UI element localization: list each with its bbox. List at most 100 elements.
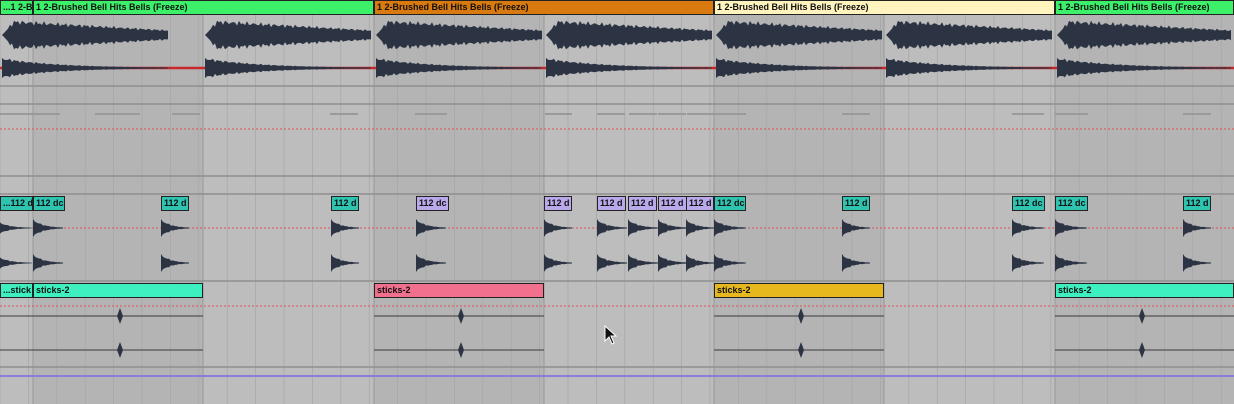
waveform xyxy=(546,57,712,79)
waveform xyxy=(686,254,714,272)
arrangement-view[interactable]: ...1 2-B 1 2-Brushed Bell Hits Bells (Fre… xyxy=(0,0,1234,404)
clip-label: sticks-2 xyxy=(377,285,411,295)
waveform-spike xyxy=(1139,342,1145,358)
clip-label: 112 d xyxy=(689,198,712,208)
waveform xyxy=(1055,254,1087,272)
waveform xyxy=(658,219,688,237)
audio-clip-sticks[interactable]: sticks-2 xyxy=(374,283,544,298)
audio-clip-hits[interactable]: 112 d xyxy=(544,196,572,211)
waveform xyxy=(1057,20,1231,50)
waveform xyxy=(1012,254,1044,272)
waveform xyxy=(886,20,1052,50)
clip-label: sticks-2 xyxy=(1058,285,1092,295)
audio-clip-hits[interactable]: 112 d xyxy=(1183,196,1211,211)
waveform-spike xyxy=(798,342,804,358)
clip-label: 112 d xyxy=(334,198,357,208)
audio-clip-sticks[interactable]: ...stick xyxy=(0,283,33,298)
waveform xyxy=(716,20,882,50)
audio-clip-bells[interactable]: ...1 2-B xyxy=(0,0,33,15)
waveform xyxy=(161,219,189,237)
waveform xyxy=(628,254,658,272)
waveform-spike xyxy=(798,308,804,324)
waveform xyxy=(0,222,32,234)
waveform xyxy=(33,254,63,272)
waveform xyxy=(331,254,359,272)
waveform-spike xyxy=(458,342,464,358)
clip-label: 112 d xyxy=(164,198,187,208)
waveform xyxy=(628,219,658,237)
audio-clip-bells[interactable]: 1 2-Brushed Bell Hits Bells (Freeze) xyxy=(1055,0,1234,15)
audio-clip-sticks[interactable]: sticks-2 xyxy=(33,283,203,298)
clip-label: 112 dc xyxy=(419,198,447,208)
audio-clip-bells[interactable]: 1 2-Brushed Bell Hits Bells (Freeze) xyxy=(714,0,1055,15)
waveform-spike xyxy=(458,308,464,324)
clip-label: ...stick xyxy=(3,285,32,295)
waveform xyxy=(416,254,446,272)
clip-label: ...112 d xyxy=(3,198,32,208)
clip-label: sticks-2 xyxy=(717,285,751,295)
clip-label: 112 d xyxy=(600,198,623,208)
waveform xyxy=(33,219,63,237)
waveform xyxy=(205,57,371,79)
audio-clip-hits[interactable]: 112 dc xyxy=(33,196,65,211)
clip-label: 112 d xyxy=(661,198,684,208)
waveform xyxy=(416,219,446,237)
audio-clip-hits[interactable]: 112 dc xyxy=(1012,196,1045,211)
audio-clip-sticks[interactable]: sticks-2 xyxy=(714,283,884,298)
clip-label: 112 d xyxy=(547,198,570,208)
clip-label: 112 d xyxy=(631,198,654,208)
waveform xyxy=(376,57,542,79)
waveform xyxy=(1183,219,1211,237)
clip-label: 1 2-Brushed Bell Hits Bells (Freeze) xyxy=(1058,2,1210,12)
waveform xyxy=(205,20,371,50)
waveform xyxy=(1183,254,1211,272)
audio-clip-hits[interactable]: 112 dc xyxy=(714,196,746,211)
audio-clip-hits[interactable]: 112 d xyxy=(686,196,714,211)
waveform xyxy=(597,219,627,237)
waveform xyxy=(716,57,882,79)
clip-label: 1 2-Brushed Bell Hits Bells (Freeze) xyxy=(377,2,529,12)
clip-label: 112 d xyxy=(845,198,868,208)
clip-label: 112 dc xyxy=(1015,198,1043,208)
waveform xyxy=(331,219,359,237)
audio-clip-hits[interactable]: 112 d xyxy=(161,196,189,211)
audio-clip-hits[interactable]: 112 d xyxy=(842,196,870,211)
waveform xyxy=(886,57,1052,79)
waveform-spike xyxy=(117,308,123,324)
audio-clip-bells[interactable]: 1 2-Brushed Bell Hits Bells (Freeze) xyxy=(33,0,374,15)
waveform xyxy=(546,20,712,50)
waveform-spike xyxy=(117,342,123,358)
waveform xyxy=(597,254,627,272)
clip-label: 1 2-Brushed Bell Hits Bells (Freeze) xyxy=(717,2,869,12)
waveform xyxy=(714,254,746,272)
audio-clip-hits[interactable]: 112 d xyxy=(658,196,687,211)
audio-clip-sticks[interactable]: sticks-2 xyxy=(1055,283,1234,298)
waveform xyxy=(714,219,746,237)
waveform xyxy=(842,219,870,237)
clip-label: ...1 2-B xyxy=(3,2,32,12)
clip-label: 1 2-Brushed Bell Hits Bells (Freeze) xyxy=(36,2,188,12)
waveform xyxy=(161,254,189,272)
audio-clip-hits[interactable]: 112 d xyxy=(597,196,626,211)
audio-clip-hits[interactable]: ...112 d xyxy=(0,196,33,211)
clip-label: sticks-2 xyxy=(36,285,70,295)
audio-clip-hits[interactable]: 112 dc xyxy=(416,196,449,211)
audio-clip-bells[interactable]: 1 2-Brushed Bell Hits Bells (Freeze) xyxy=(374,0,714,15)
audio-clip-hits[interactable]: 112 dc xyxy=(1055,196,1088,211)
waveform xyxy=(376,20,542,50)
waveform xyxy=(544,254,572,272)
audio-clip-hits[interactable]: 112 d xyxy=(628,196,657,211)
audio-clip-hits[interactable]: 112 d xyxy=(331,196,359,211)
clip-label: 112 dc xyxy=(36,198,64,208)
waveform xyxy=(658,254,688,272)
waveform xyxy=(2,57,168,79)
waveform xyxy=(2,20,168,50)
waveform xyxy=(686,219,714,237)
waveform xyxy=(544,219,572,237)
clip-label: 112 dc xyxy=(717,198,745,208)
clip-label: 112 d xyxy=(1186,198,1209,208)
waveform xyxy=(1055,219,1087,237)
waveform-spike xyxy=(1139,308,1145,324)
waveform xyxy=(1057,57,1231,79)
waveform xyxy=(0,257,32,269)
